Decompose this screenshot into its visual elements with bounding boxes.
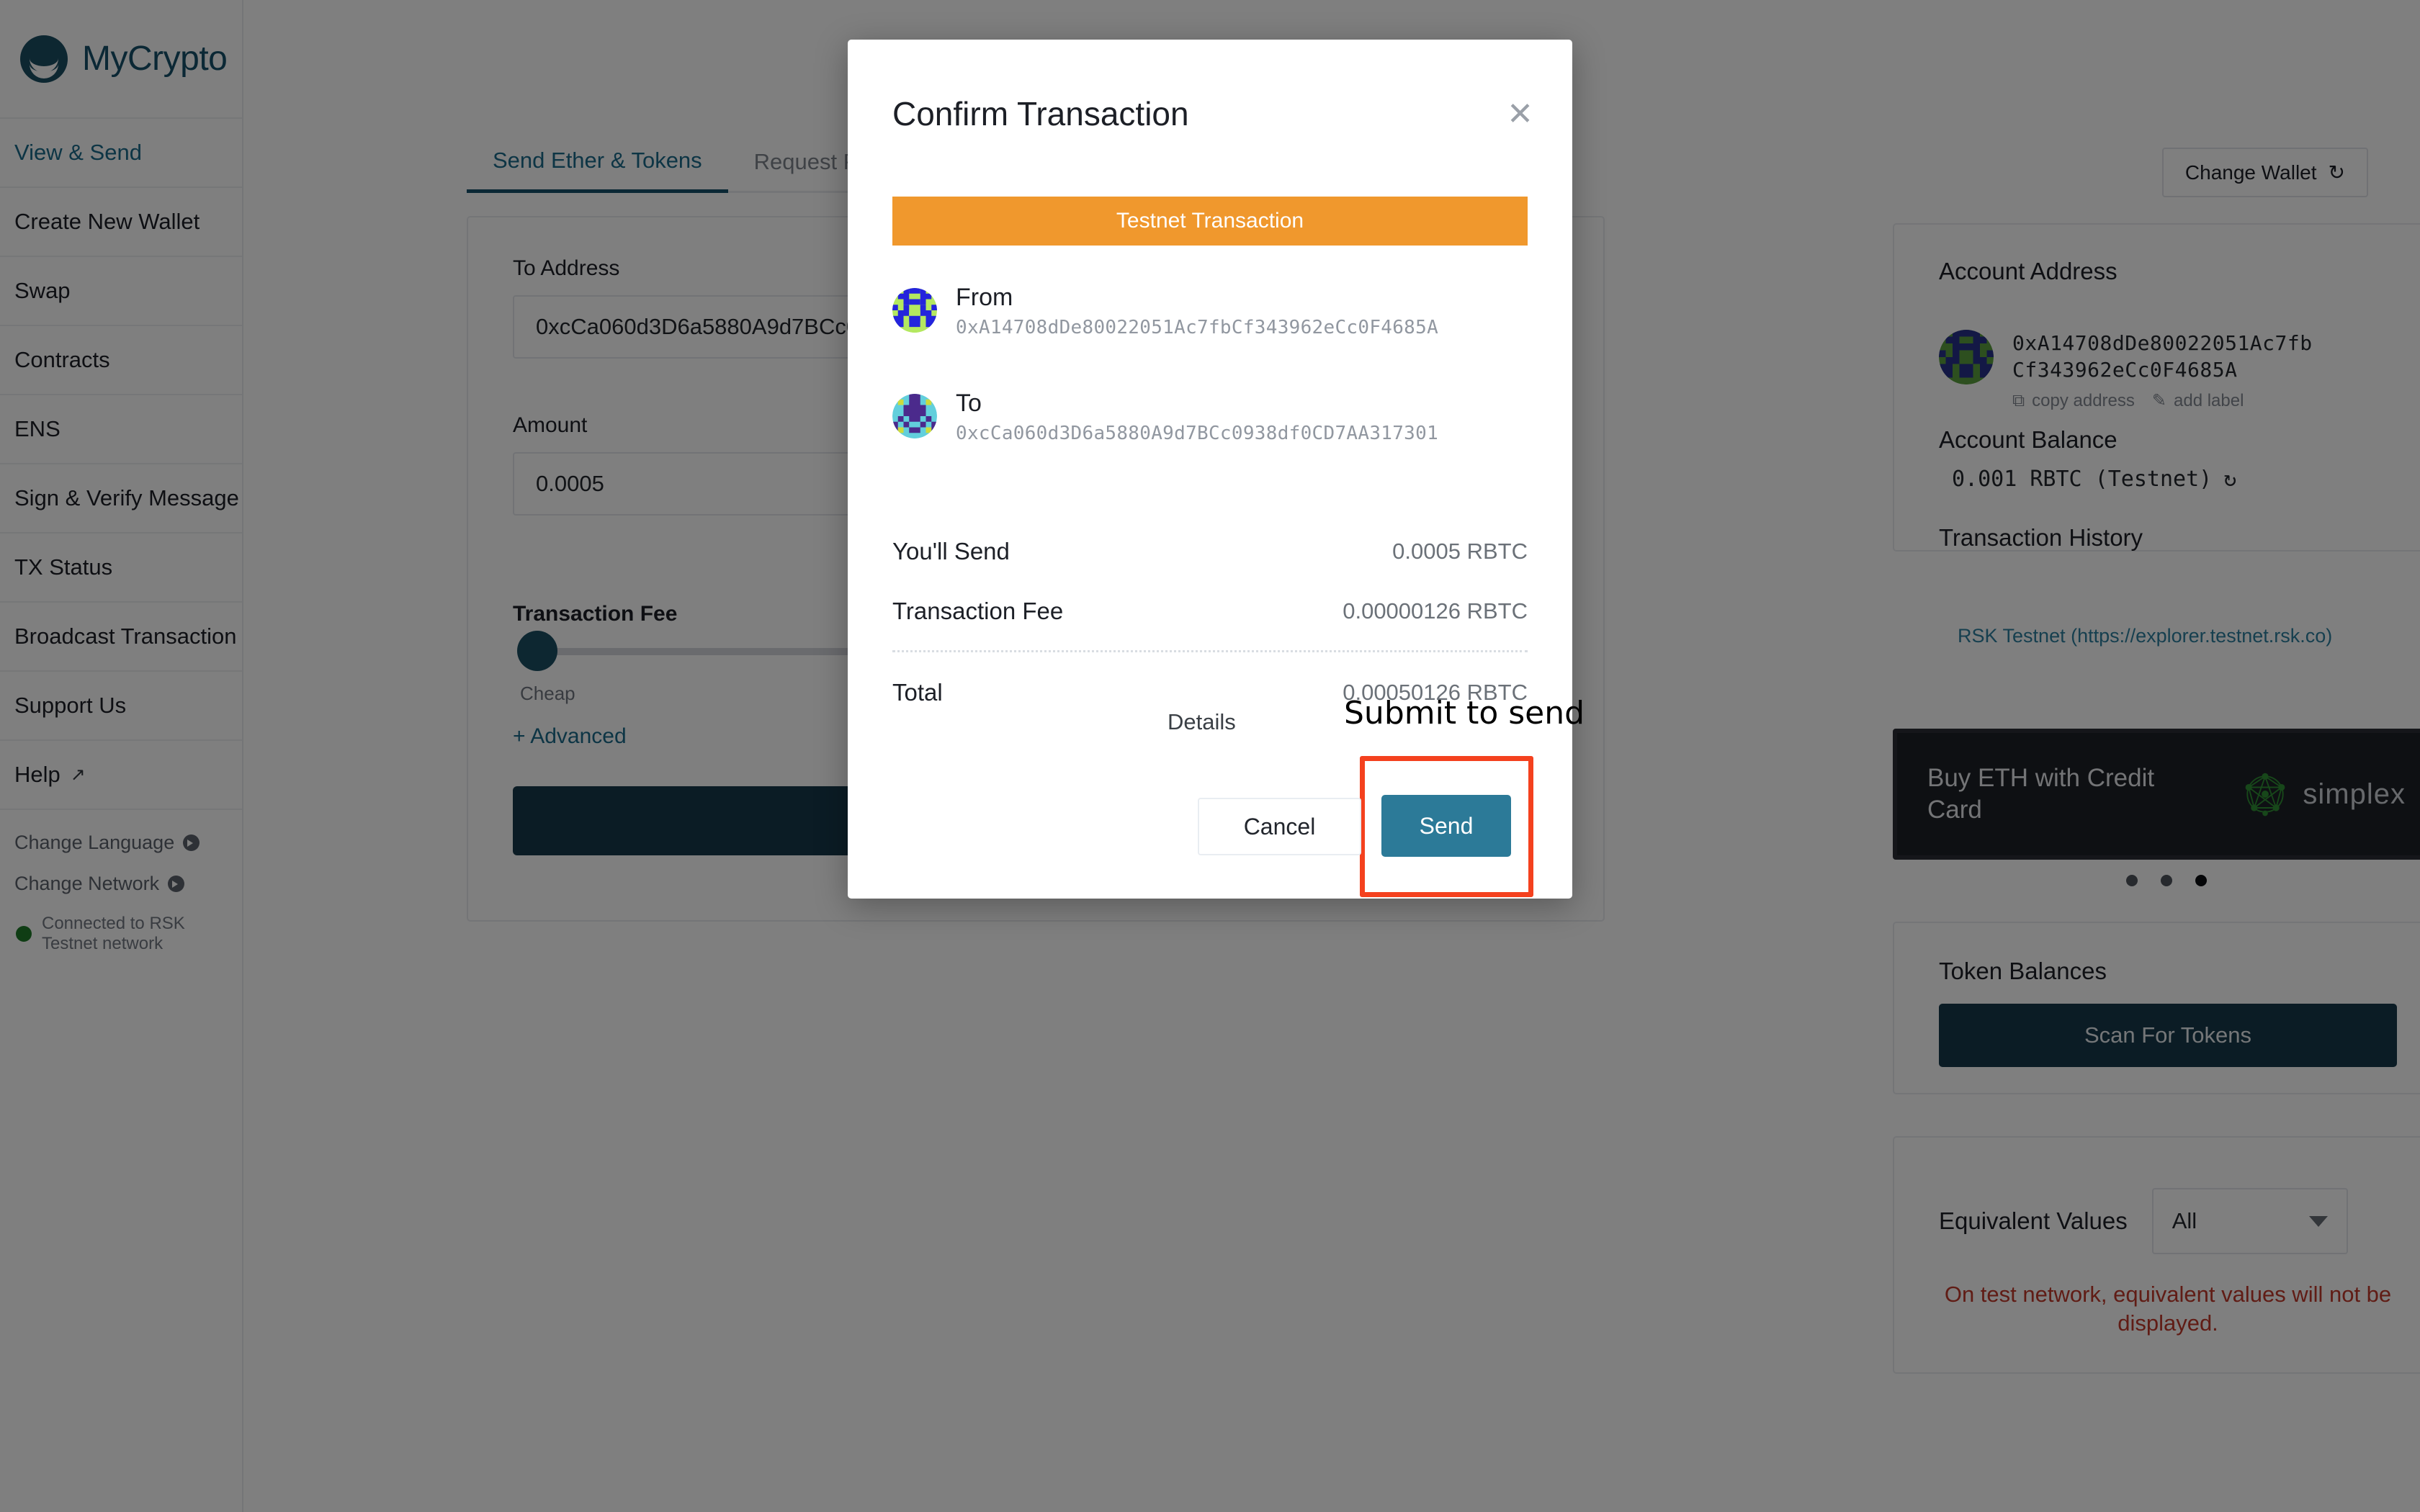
annotation-text: Submit to send — [1344, 695, 1585, 732]
summary-value: 0.00000126 RBTC — [1343, 598, 1528, 624]
from-identicon — [892, 288, 937, 333]
modal-title: Confirm Transaction — [892, 95, 1189, 132]
to-address: 0xcCa060d3D6a5880A9d7BCc0938df0CD7AA3173… — [956, 422, 1439, 444]
testnet-banner: Testnet Transaction — [892, 197, 1528, 246]
summary-value: 0.0005 RBTC — [1392, 539, 1528, 564]
to-row: To 0xcCa060d3D6a5880A9d7BCc0938df0CD7AA3… — [892, 389, 1438, 444]
from-label: From — [956, 284, 1013, 311]
screen-root: MyCrypto View & Send Create New Wallet S… — [0, 0, 2420, 1512]
details-link[interactable]: Details — [1168, 709, 1236, 735]
cancel-button[interactable]: Cancel — [1198, 798, 1361, 855]
from-address: 0xA14708dDe80022051Ac7fbCf343962eCc0F468… — [956, 316, 1439, 338]
cancel-label: Cancel — [1243, 813, 1316, 840]
summary-label: Total — [892, 679, 943, 706]
summary-label: You'll Send — [892, 538, 1010, 564]
to-identicon — [892, 394, 937, 439]
testnet-banner-label: Testnet Transaction — [1116, 209, 1304, 233]
send-button[interactable]: Send — [1381, 795, 1511, 857]
summary-divider — [892, 650, 1528, 652]
summary-row-transaction-fee: Transaction Fee 0.00000126 RBTC — [892, 598, 1528, 625]
to-label: To — [956, 390, 982, 417]
from-row: From 0xA14708dDe80022051Ac7fbCf343962eCc… — [892, 283, 1438, 338]
close-icon[interactable]: ✕ — [1507, 99, 1533, 130]
summary-row-youll-send: You'll Send 0.0005 RBTC — [892, 538, 1528, 565]
summary-label: Transaction Fee — [892, 598, 1064, 624]
send-label: Send — [1419, 812, 1474, 839]
